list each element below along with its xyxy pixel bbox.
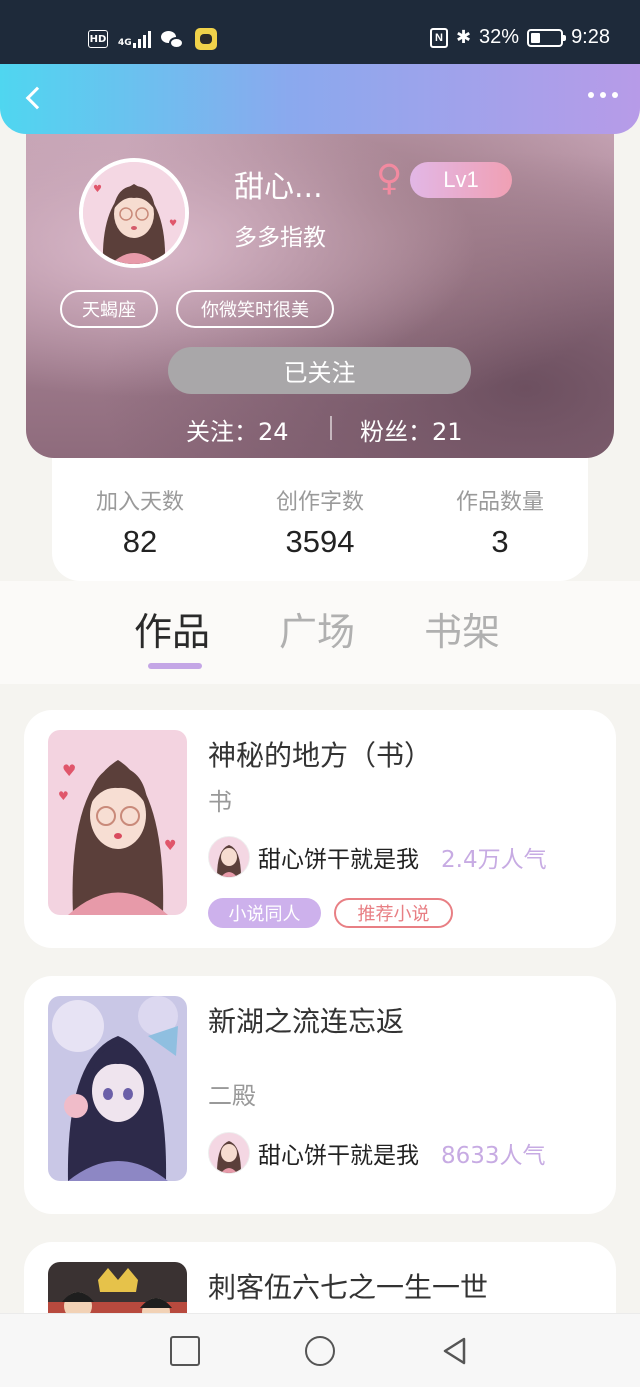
bluetooth-icon: ✱ bbox=[455, 27, 472, 47]
book-tag[interactable]: 小说同人 bbox=[208, 898, 321, 928]
network-type: 4G bbox=[118, 38, 132, 48]
author-name[interactable]: 甜心饼干就是我 bbox=[258, 1136, 419, 1170]
female-icon: ♀ bbox=[376, 158, 403, 199]
stat-works-count: 作品数量 3 bbox=[430, 484, 570, 560]
author-name[interactable]: 甜心饼干就是我 bbox=[258, 840, 419, 874]
hd-icon: HD bbox=[88, 30, 108, 48]
circle-icon[interactable] bbox=[305, 1336, 335, 1366]
stat-label: 创作字数 bbox=[275, 490, 364, 515]
nfc-icon: N bbox=[429, 27, 448, 48]
tab-bar: 作品 广场 书架 bbox=[0, 581, 640, 684]
stat-value: 3 bbox=[491, 524, 509, 559]
stat-label: 加入天数 bbox=[95, 490, 184, 515]
triangle-back-icon[interactable] bbox=[440, 1336, 470, 1366]
battery-percent: 32% bbox=[479, 26, 520, 48]
profile-tag[interactable]: 你微笑时很美 bbox=[176, 290, 334, 328]
svg-text:♥: ♥ bbox=[58, 789, 69, 803]
book-title[interactable]: 新湖之流连忘返 bbox=[208, 1000, 404, 1040]
author-avatar[interactable] bbox=[208, 1132, 250, 1174]
popularity: 2.4万人气 bbox=[441, 847, 547, 873]
status-left-icons: HD 4G bbox=[88, 28, 217, 50]
popularity: 8633人气 bbox=[441, 1143, 546, 1169]
svg-text:♥: ♥ bbox=[164, 838, 177, 854]
nickname: 甜心... bbox=[234, 170, 323, 205]
svg-text:♥: ♥ bbox=[62, 761, 76, 780]
author-row: 甜心饼干就是我 8633人气 bbox=[208, 1132, 546, 1174]
book-subtitle: 书 bbox=[208, 788, 232, 816]
svg-text:♥: ♥ bbox=[169, 219, 177, 229]
wechat-icon bbox=[160, 29, 185, 49]
book-card[interactable]: ♥ ♥ ♥ 神秘的地方（书） 书 甜心饼干就是我 2.4万人气 小说同人 推荐小… bbox=[24, 710, 616, 948]
tab-works[interactable]: 作品 bbox=[134, 601, 210, 656]
author-row: 甜心饼干就是我 2.4万人气 bbox=[208, 836, 547, 878]
profile-card: ♥ ♥ 甜心... ♀ Lv1 多多指教 天蝎座 你微笑时很美 已关注 关注：2… bbox=[26, 110, 614, 458]
author-avatar[interactable] bbox=[208, 836, 250, 878]
tab-indicator bbox=[148, 663, 202, 669]
stat-value: 82 bbox=[122, 524, 158, 559]
stat-join-days: 加入天数 82 bbox=[70, 484, 210, 560]
chevron-left-icon[interactable] bbox=[16, 80, 52, 116]
level-badge: Lv1 bbox=[410, 162, 512, 198]
status-bar: HD 4G N ✱ 32% 9:28 bbox=[0, 0, 640, 64]
svg-text:♥: ♥ bbox=[93, 184, 102, 195]
divider bbox=[330, 416, 332, 440]
clock: 9:28 bbox=[571, 26, 610, 48]
tab-bookshelf[interactable]: 书架 bbox=[424, 601, 500, 656]
book-tag[interactable]: 推荐小说 bbox=[334, 898, 453, 928]
book-card[interactable]: 新湖之流连忘返 二殿 甜心饼干就是我 8633人气 bbox=[24, 976, 616, 1214]
stats-panel: 加入天数 82 创作字数 3594 作品数量 3 bbox=[52, 458, 588, 581]
system-nav-bar bbox=[0, 1313, 640, 1387]
followers-count[interactable]: 粉丝：21 bbox=[360, 412, 463, 447]
signature: 多多指教 bbox=[234, 225, 326, 251]
more-horizontal-icon[interactable] bbox=[588, 92, 618, 98]
avatar[interactable]: ♥ ♥ bbox=[79, 158, 189, 268]
app-notification-icon bbox=[194, 28, 217, 50]
book-title[interactable]: 刺客伍六七之一生一世 bbox=[208, 1266, 488, 1306]
battery-icon bbox=[527, 28, 567, 47]
stat-word-count: 创作字数 3594 bbox=[250, 484, 390, 560]
follow-button[interactable]: 已关注 bbox=[168, 347, 471, 394]
book-cover[interactable]: ♥ ♥ ♥ bbox=[48, 730, 187, 915]
profile-tag[interactable]: 天蝎座 bbox=[60, 290, 158, 328]
stat-value: 3594 bbox=[285, 524, 355, 559]
square-icon[interactable] bbox=[170, 1336, 200, 1366]
status-right-icons: N ✱ 32% 9:28 bbox=[429, 26, 610, 49]
book-cover[interactable] bbox=[48, 996, 187, 1181]
signal-icon: 4G bbox=[118, 30, 151, 48]
stat-label: 作品数量 bbox=[455, 490, 544, 515]
top-header bbox=[0, 64, 640, 134]
following-count[interactable]: 关注：24 bbox=[186, 412, 289, 447]
tab-square[interactable]: 广场 bbox=[279, 601, 355, 656]
book-subtitle: 二殿 bbox=[208, 1082, 256, 1110]
book-title[interactable]: 神秘的地方（书） bbox=[208, 734, 432, 774]
